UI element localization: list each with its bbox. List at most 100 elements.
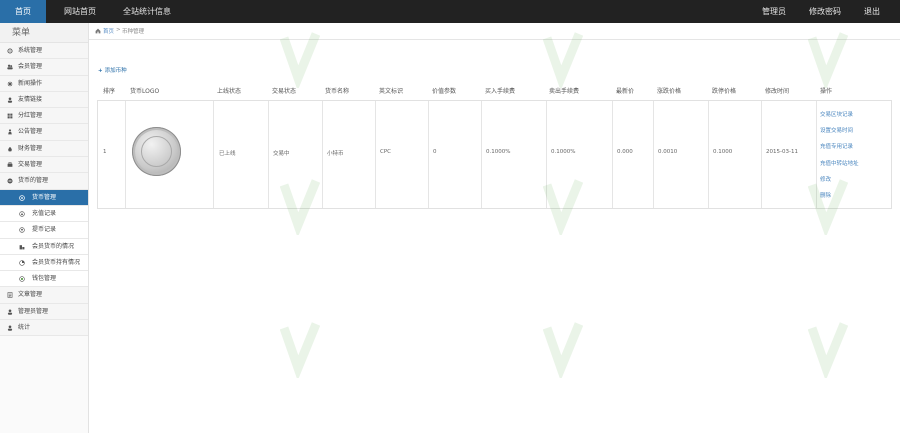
column-divider <box>761 101 762 208</box>
sidebar-item-label: 货币的管理 <box>18 177 49 185</box>
cell-updated: 2015-03-11 <box>766 149 798 155</box>
sidebar-item-label: 分红管理 <box>18 112 43 120</box>
nav-home[interactable]: 首页 <box>0 0 46 23</box>
stats-icon <box>7 325 13 331</box>
download-icon <box>19 211 25 217</box>
watermark-logo <box>280 322 320 378</box>
cell-sort: 1 <box>103 149 107 155</box>
cell-name: 小特币 <box>327 151 344 157</box>
grid-icon <box>7 113 13 119</box>
col-header-change: 涨跌价格 <box>657 88 682 95</box>
col-header-symbol: 英文标识 <box>379 88 404 95</box>
users-icon <box>7 64 13 70</box>
sidebar-subitem-currency-manage[interactable]: 货币管理 <box>0 189 88 206</box>
sidebar-subitem-withdrawals[interactable]: 提币记录 <box>0 222 88 239</box>
breadcrumb-current: 币种管理 <box>122 29 145 35</box>
sidebar-item-label: 管理员管理 <box>18 307 49 315</box>
action-deposit-records[interactable]: 充值专用记录 <box>820 142 890 158</box>
sidebar: 菜单 系统管理 会员管理 新闻操作 友情链接 分红管理 公告管理 财务管理 交易… <box>0 23 89 433</box>
sidebar-item-label: 新闻操作 <box>18 79 43 87</box>
minus-circle-icon <box>7 178 13 184</box>
sidebar-item-label: 提币记录 <box>32 226 57 234</box>
action-transfer-address[interactable]: 充值中转站地址 <box>820 159 890 175</box>
top-navigation: 首页 网站首页 全站统计信息 管理员 修改密码 退出 <box>0 0 900 23</box>
circle-icon <box>19 276 25 282</box>
sidebar-item-admins[interactable]: 管理员管理 <box>0 303 88 321</box>
nav-logout[interactable]: 退出 <box>864 0 880 23</box>
column-divider <box>125 101 126 208</box>
column-divider <box>428 101 429 208</box>
sidebar-item-label: 会员货币的情况 <box>32 242 75 250</box>
sidebar-item-links[interactable]: 友情链接 <box>0 91 88 109</box>
sidebar-item-label: 友情链接 <box>18 95 43 103</box>
action-set-trade-time[interactable]: 设置交易时间 <box>820 126 890 142</box>
cell-buy-fee: 0.1000% <box>486 149 511 155</box>
sidebar-item-members[interactable]: 会员管理 <box>0 59 88 76</box>
add-currency-button[interactable]: + 添加币种 <box>98 66 127 74</box>
nav-change-password[interactable]: 修改密码 <box>809 0 841 23</box>
sidebar-item-label: 会员货币持有情况 <box>32 258 81 266</box>
currency-table: 排序 货币LOGO 上线状态 交易状态 货币名称 英文标识 价值参数 买入手续费… <box>97 84 892 209</box>
column-divider <box>481 101 482 208</box>
cell-value: 0 <box>433 149 437 155</box>
person-icon <box>8 129 12 135</box>
col-header-sort: 排序 <box>103 88 116 95</box>
home-icon <box>95 28 101 34</box>
watermark-logo <box>280 32 320 88</box>
sidebar-subitem-wallet[interactable]: 钱包管理 <box>0 271 88 288</box>
sidebar-subitem-deposits[interactable]: 充值记录 <box>0 205 88 223</box>
sidebar-item-trading[interactable]: 交易管理 <box>0 157 88 174</box>
col-header-updated: 修改时间 <box>765 88 790 95</box>
sidebar-item-label: 文章管理 <box>18 291 43 299</box>
col-header-buy-fee: 买入手续费 <box>485 88 516 95</box>
cell-change: 0.0010 <box>658 149 678 155</box>
breadcrumb-home[interactable]: 首页 <box>103 27 114 35</box>
nav-site-stats[interactable]: 全站统计信息 <box>123 0 171 23</box>
column-divider <box>653 101 654 208</box>
col-header-online-status: 上线状态 <box>217 88 242 95</box>
sidebar-item-news[interactable]: 新闻操作 <box>0 75 88 92</box>
sidebar-subitem-member-currency[interactable]: 会员货币的情况 <box>0 238 88 255</box>
column-divider <box>612 101 613 208</box>
sidebar-item-label: 交易管理 <box>18 161 43 169</box>
sidebar-item-system[interactable]: 系统管理 <box>0 43 88 60</box>
col-header-name: 货币名称 <box>325 88 350 95</box>
upload-icon <box>19 227 25 233</box>
sidebar-item-label: 充值记录 <box>32 209 57 217</box>
exchange-icon <box>7 162 13 167</box>
column-divider <box>268 101 269 208</box>
watermark-logo <box>543 32 583 88</box>
sidebar-item-finance[interactable]: 财务管理 <box>0 140 88 158</box>
settings-icon <box>7 81 13 86</box>
admin-icon <box>7 309 13 315</box>
table-border <box>97 84 892 209</box>
col-header-logo: 货币LOGO <box>130 88 160 95</box>
nav-site-home[interactable]: 网站首页 <box>64 0 96 23</box>
watermark-logo <box>808 322 848 378</box>
sidebar-item-label: 统计 <box>18 324 31 332</box>
sidebar-item-currency[interactable]: 货币的管理 <box>0 173 88 190</box>
sidebar-item-dividends[interactable]: 分红管理 <box>0 108 88 125</box>
breadcrumb: 首页 > 币种管理 <box>89 23 900 40</box>
nav-admin[interactable]: 管理员 <box>762 0 786 23</box>
column-divider <box>708 101 709 208</box>
watermark-logo <box>280 179 320 235</box>
watermark-logo <box>543 322 583 378</box>
plus-icon: + <box>98 68 103 74</box>
sidebar-item-label: 钱包管理 <box>32 275 57 283</box>
coin-logo-image <box>132 127 181 176</box>
sidebar-item-announcements[interactable]: 公告管理 <box>0 124 88 141</box>
cell-symbol: CPC <box>380 149 391 155</box>
sidebar-item-stats[interactable]: 统计 <box>0 320 88 337</box>
sidebar-item-label: 会员管理 <box>18 63 43 71</box>
cell-latest-price: 0.000 <box>617 149 633 155</box>
breadcrumb-separator: > <box>116 27 121 33</box>
sidebar-subitem-member-holdings[interactable]: 会员货币持有情况 <box>0 254 88 272</box>
column-divider <box>213 101 214 208</box>
sidebar-item-articles[interactable]: 文章管理 <box>0 287 88 304</box>
watermark-logo <box>808 32 848 88</box>
col-header-value: 价值参数 <box>432 88 457 95</box>
watermark-logo <box>808 179 848 235</box>
action-trade-records[interactable]: 交易区块记录 <box>820 110 890 126</box>
sidebar-title: 菜单 <box>0 23 88 43</box>
